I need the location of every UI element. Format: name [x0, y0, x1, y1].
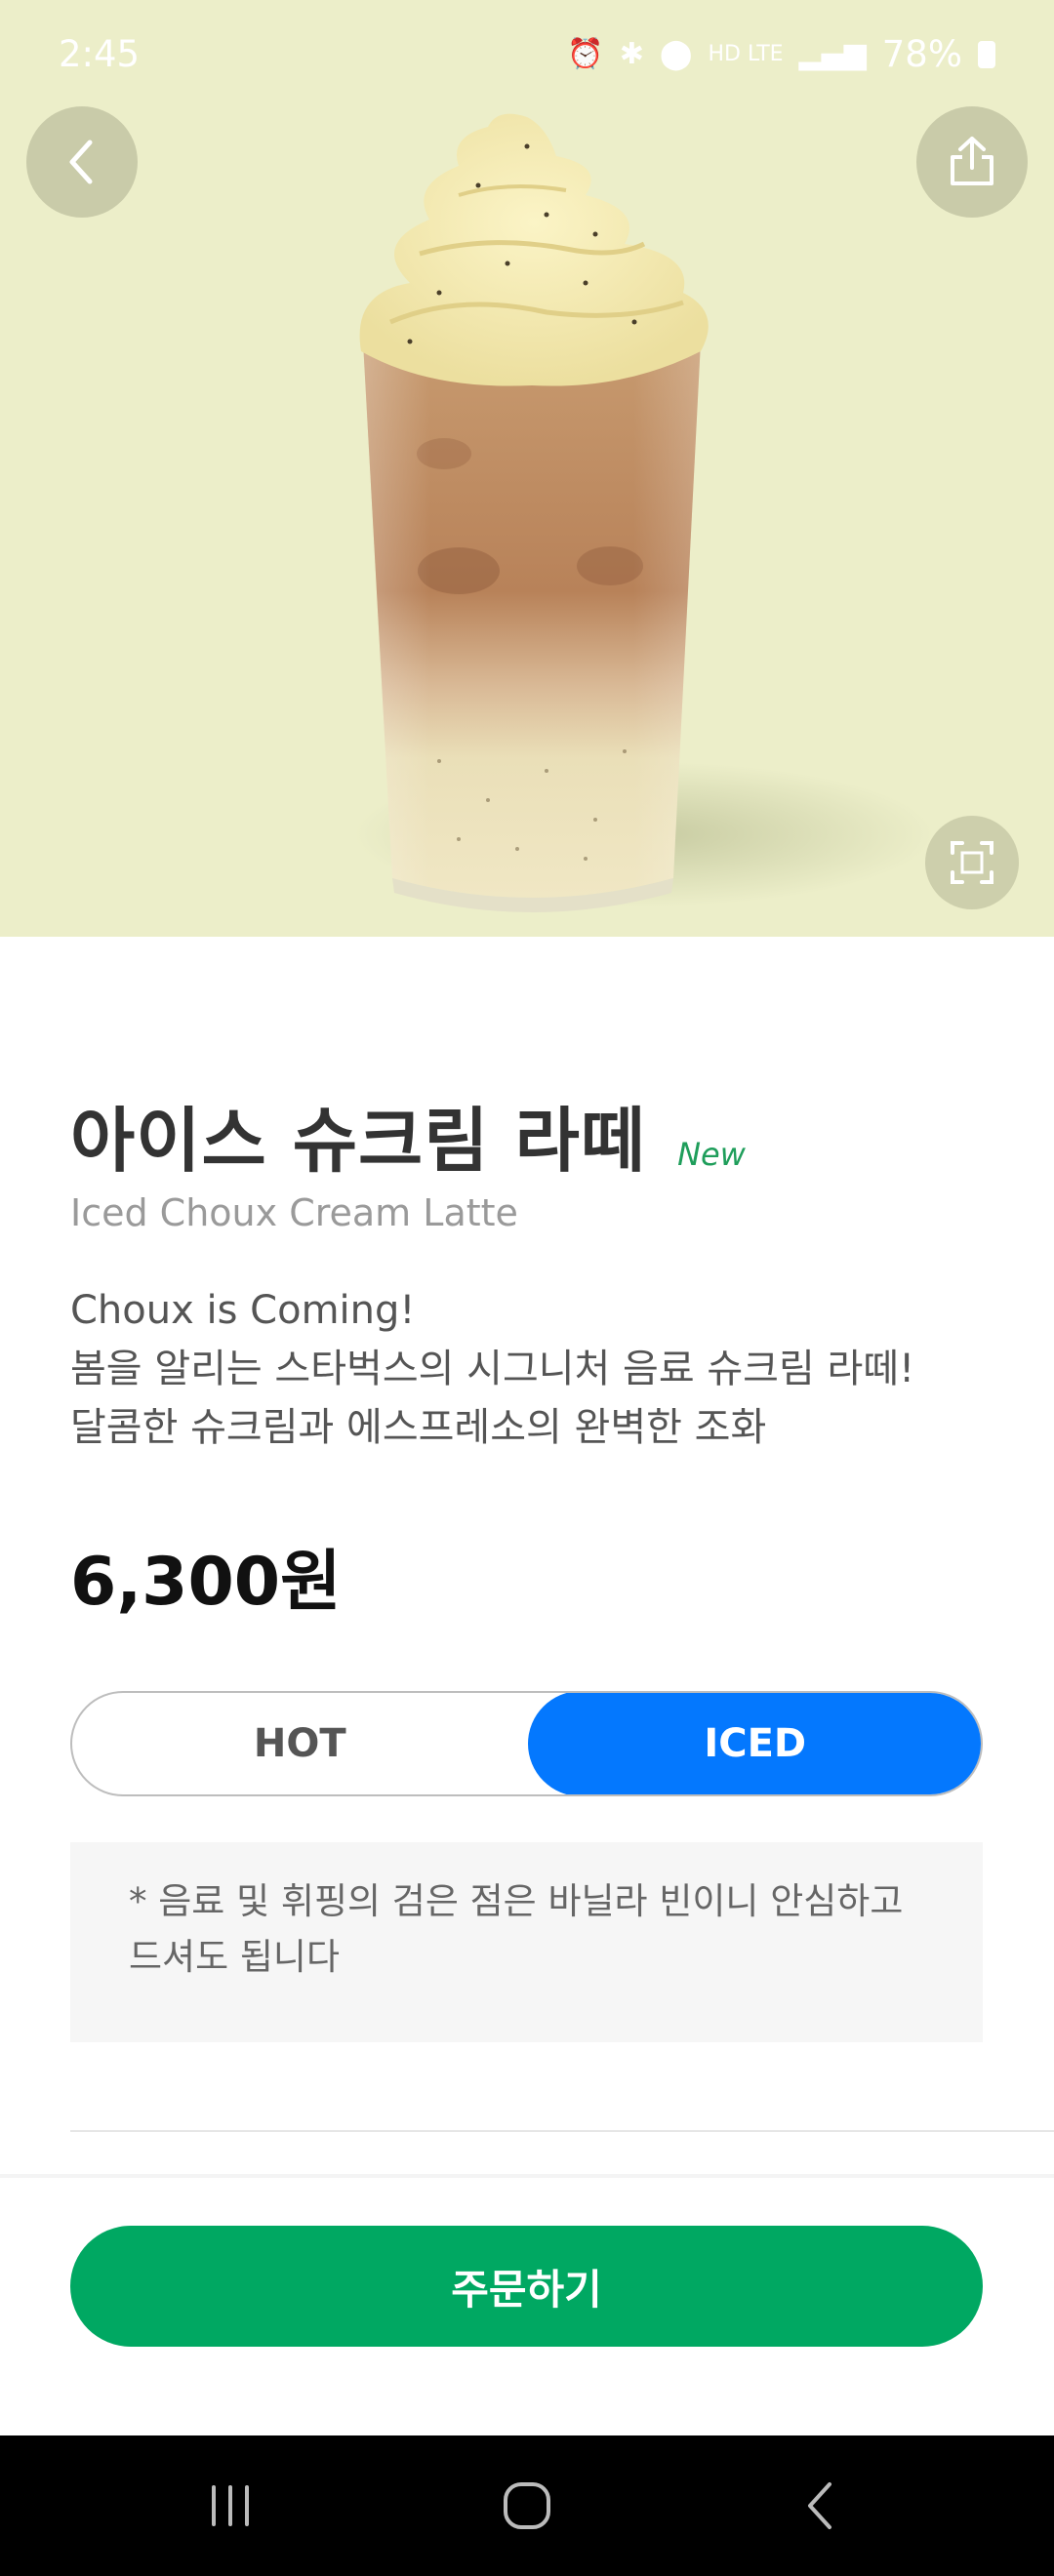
home-icon — [504, 2482, 550, 2529]
notice-box: * 음료 및 휘핑의 검은 점은 바닐라 빈이니 안심하고 드셔도 됩니다 — [70, 1842, 983, 2042]
product-price: 6,300원 — [70, 1544, 342, 1621]
recent-apps-button[interactable] — [191, 2467, 269, 2545]
product-title-row: 아이스 슈크림 라떼 New — [70, 1083, 746, 1186]
notice-text: 드셔도 됩니다 — [129, 1936, 341, 1978]
divider — [70, 2130, 1054, 2132]
description-line: 봄을 알리는 스타벅스의 시그니처 음료 슈크림 라떼! — [70, 1347, 915, 1391]
temperature-toggle: HOT ICED — [70, 1691, 983, 1796]
hot-option[interactable]: HOT — [72, 1693, 528, 1794]
notice-text: * 음료 및 휘핑의 검은 점은 바닐라 빈이니 안심하고 — [129, 1880, 904, 1922]
recent-apps-icon — [212, 2485, 249, 2526]
zoom-icon — [951, 841, 993, 884]
iced-option[interactable]: ICED — [527, 1693, 981, 1794]
zoom-button[interactable] — [925, 816, 1019, 909]
new-badge: New — [677, 1136, 746, 1173]
home-button[interactable] — [488, 2467, 566, 2545]
order-button[interactable]: 주문하기 — [70, 2226, 983, 2347]
product-name-en: Iced Choux Cream Latte — [70, 1191, 518, 1234]
product-name: 아이스 슈크림 라떼 — [70, 1100, 647, 1182]
product-hero: 2:45 ⏰ ✱ ⬤ HD LTE ▂▄▆ 78% — [0, 0, 1054, 937]
divider — [0, 2174, 1054, 2178]
system-nav-bar — [0, 2435, 1054, 2576]
product-description: Choux is Coming! 봄을 알리는 스타벅스의 시그니처 음료 슈크… — [70, 1281, 914, 1457]
drink-image — [359, 113, 709, 912]
nav-back-icon — [808, 2482, 831, 2529]
nav-back-button[interactable] — [781, 2467, 859, 2545]
description-line: 달콤한 슈크림과 에스프레소의 완벽한 조화 — [70, 1405, 767, 1450]
description-line: Choux is Coming! — [70, 1288, 416, 1333]
